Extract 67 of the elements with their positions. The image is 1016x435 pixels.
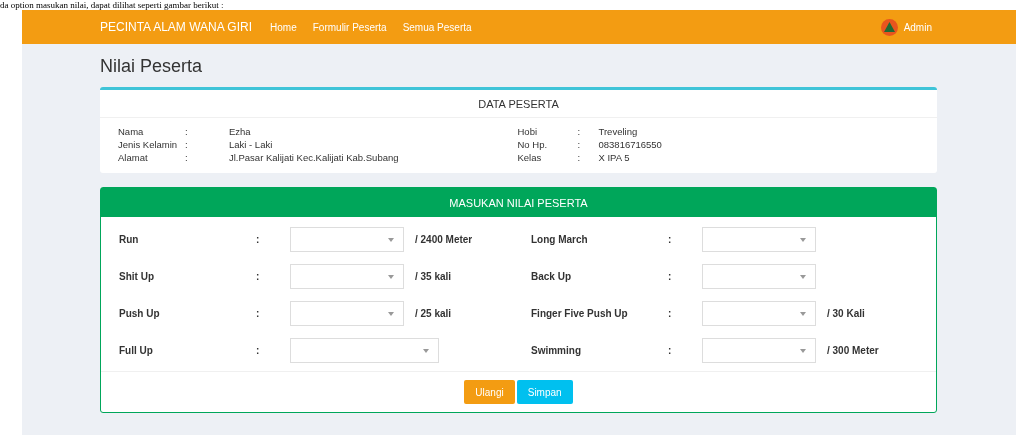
separator: : (185, 139, 189, 151)
separator: : (256, 345, 261, 356)
field-label: Run (119, 234, 140, 245)
dropdown-caret-icon (800, 274, 806, 279)
field-label: Back Up (531, 271, 572, 282)
field-value: Jl.Pasar Kalijati Kec.Kalijati Kab.Subang (229, 152, 400, 164)
select-field[interactable] (702, 227, 816, 252)
field-label: No Hp. (517, 139, 549, 151)
select-field[interactable] (290, 338, 439, 363)
mountain-logo-icon[interactable] (880, 18, 898, 36)
field-value: Ezha (229, 126, 252, 138)
separator: : (185, 152, 189, 164)
unit-label: / 300 Meter (827, 345, 879, 356)
nav-link[interactable]: Semua Peserta (402, 21, 472, 33)
select-field[interactable] (290, 301, 404, 326)
separator: : (256, 234, 261, 245)
field-label: Push Up (119, 308, 161, 319)
caption-text: da option masukan nilai, dapat dilihat seperti gambar berikut : (0, 0, 225, 10)
field-value: Laki - Laki (229, 139, 274, 151)
dropdown-caret-icon (388, 311, 394, 316)
field-value: 083816716550 (598, 139, 663, 151)
select-field[interactable] (702, 264, 816, 289)
unit-label: / 2400 Meter (415, 234, 473, 245)
field-label: Nama (118, 126, 145, 138)
dropdown-caret-icon (800, 348, 806, 353)
separator: : (668, 308, 673, 319)
dropdown-caret-icon (388, 237, 394, 242)
select-field[interactable] (702, 338, 816, 363)
field-label: Swimming (531, 345, 582, 356)
dropdown-caret-icon (800, 311, 806, 316)
field-label: Jenis Kelamin (118, 139, 179, 151)
user-name[interactable]: Admin (903, 21, 932, 33)
card-title: DATA PESERTA (100, 90, 937, 118)
separator: : (577, 139, 582, 151)
separator: : (256, 271, 261, 282)
field-label: Kelas (517, 152, 543, 164)
save-button[interactable]: Simpan (516, 380, 573, 404)
nav-link[interactable]: Formulir Peserta (312, 21, 387, 33)
dropdown-caret-icon (423, 348, 429, 353)
separator: : (668, 234, 673, 245)
field-label: Long March (531, 234, 589, 245)
nav-link[interactable]: Home (270, 21, 297, 33)
separator: : (668, 271, 673, 282)
separator: : (668, 345, 673, 356)
field-label: Shit Up (119, 271, 155, 282)
select-field[interactable] (290, 227, 404, 252)
field-label: Alamat (118, 152, 149, 164)
form-header: MASUKAN NILAI PESERTA (101, 188, 936, 217)
select-field[interactable] (702, 301, 816, 326)
field-label: Hobi (517, 126, 539, 138)
unit-label: / 30 Kali (827, 308, 865, 319)
page-title: Nilai Peserta (100, 55, 204, 78)
field-value: X IPA 5 (598, 152, 631, 164)
separator: : (185, 126, 189, 138)
brand-name[interactable]: PECINTA ALAM WANA GIRI (100, 20, 253, 34)
unit-label: / 25 kali (415, 308, 452, 319)
field-label: Full Up (119, 345, 154, 356)
select-field[interactable] (290, 264, 404, 289)
field-value: Treveling (598, 126, 639, 138)
unit-label: / 35 kali (415, 271, 452, 282)
reset-button[interactable]: Ulangi (464, 380, 515, 404)
separator: : (577, 126, 582, 138)
separator: : (256, 308, 261, 319)
dropdown-caret-icon (800, 237, 806, 242)
field-label: Finger Five Push Up (531, 308, 629, 319)
dropdown-caret-icon (388, 274, 394, 279)
separator: : (577, 152, 582, 164)
